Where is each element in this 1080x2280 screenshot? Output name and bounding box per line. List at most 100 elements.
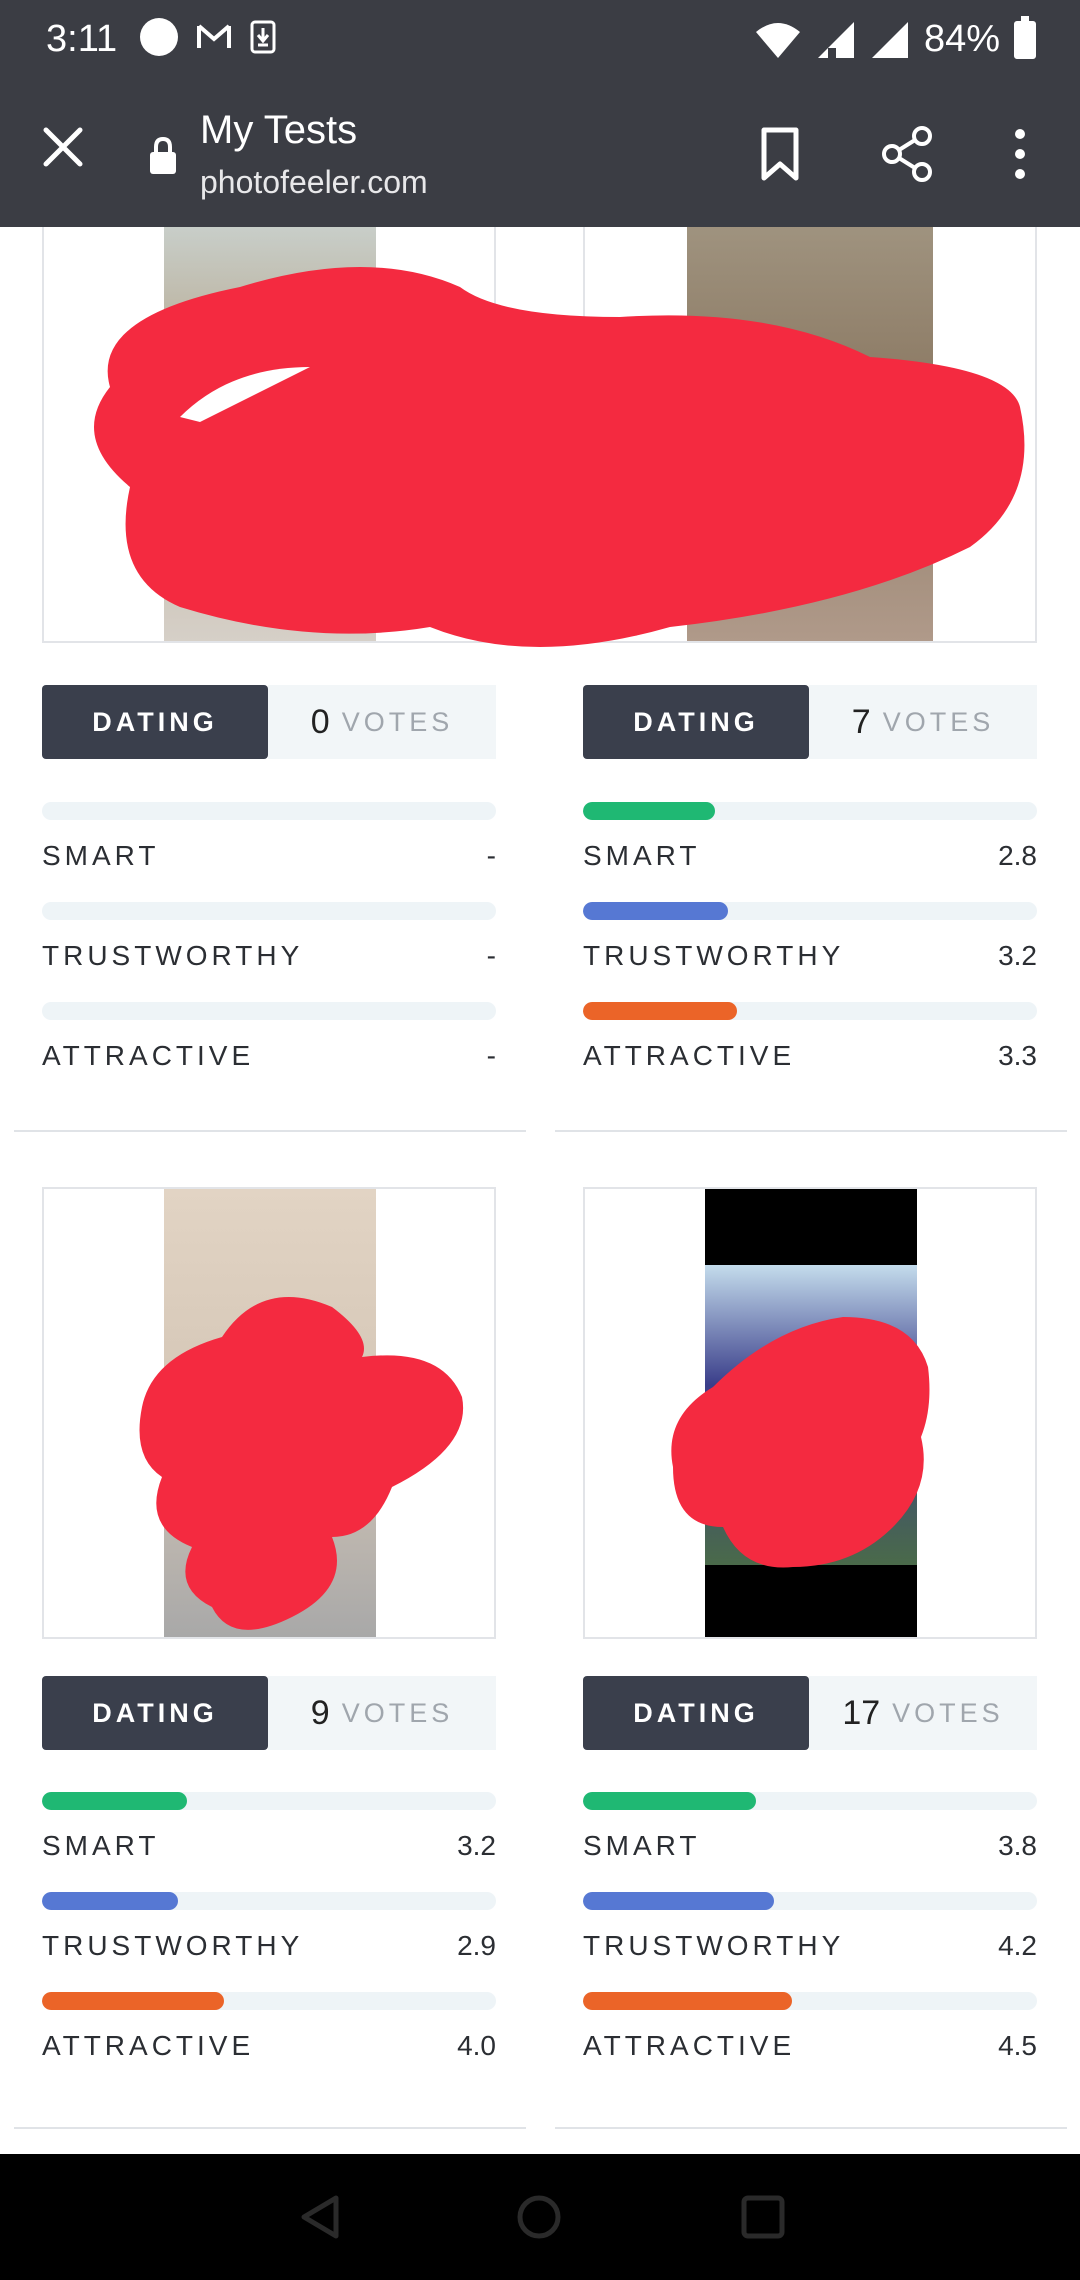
- votes-label: VOTES: [892, 1697, 1004, 1728]
- metric-fill: [42, 1992, 224, 2010]
- metric-label: SMART: [42, 840, 160, 871]
- metric-fill: [42, 1892, 179, 1910]
- metric-fill: [583, 902, 729, 920]
- divider: [555, 1130, 1067, 1132]
- metric-track: [42, 1892, 496, 1910]
- votes-count: 9 VOTES: [268, 1676, 496, 1750]
- metric-smart: SMART 3.2: [42, 1792, 496, 1872]
- metric-track: [583, 902, 1037, 920]
- metric-trustworthy: TRUSTWORTHY 3.2: [583, 902, 1037, 982]
- votes-label: VOTES: [341, 1697, 454, 1728]
- metric-attractive: ATTRACTIVE 4.5: [583, 1992, 1037, 2072]
- status-time: 3:11: [46, 18, 118, 60]
- metric-track: [583, 1002, 1037, 1020]
- metric-attractive: ATTRACTIVE 4.0: [42, 1992, 496, 2072]
- metric-label: SMART: [42, 1830, 160, 1861]
- metric-fill: [583, 802, 715, 820]
- gmail-icon: [197, 24, 231, 48]
- metric-fill: [42, 1792, 188, 1810]
- votes-label: VOTES: [882, 706, 995, 737]
- badge-row: DATING 7 VOTES: [583, 685, 1037, 759]
- votes-number: 17: [842, 1693, 881, 1732]
- metric-value: 4.0: [457, 2030, 496, 2061]
- category-badge: DATING: [583, 1676, 809, 1750]
- metric-value: 3.2: [457, 1830, 496, 1861]
- divider: [555, 2127, 1067, 2129]
- page-title: My Tests: [200, 108, 358, 152]
- more-vert-icon[interactable]: [992, 124, 1048, 184]
- tests-grid: DATING 0 VOTES SMART - TRUSTWORTHY - ATT…: [0, 227, 1080, 2154]
- metric-smart: SMART 2.8: [583, 802, 1037, 882]
- metric-value: -: [486, 840, 496, 871]
- battery-icon: [1014, 15, 1036, 59]
- metric-value: 2.9: [457, 1930, 496, 1961]
- metric-label: SMART: [583, 1830, 701, 1861]
- category-badge: DATING: [42, 685, 268, 759]
- metric-track: [583, 1992, 1037, 2010]
- redaction-overlay: [671, 1317, 930, 1568]
- circle-icon: [140, 18, 178, 56]
- badge-row: DATING 9 VOTES: [42, 1676, 496, 1750]
- metric-value: 4.2: [998, 1930, 1037, 1961]
- metric-label: TRUSTWORTHY: [583, 940, 845, 971]
- metric-smart: SMART -: [42, 802, 496, 882]
- metric-label: TRUSTWORTHY: [42, 940, 304, 971]
- bookmark-icon[interactable]: [752, 124, 808, 184]
- badge-row: DATING 17 VOTES: [583, 1676, 1037, 1750]
- metric-trustworthy: TRUSTWORTHY 2.9: [42, 1892, 496, 1972]
- share-icon[interactable]: [880, 124, 936, 184]
- metric-label: ATTRACTIVE: [42, 1040, 255, 1071]
- close-icon[interactable]: [38, 122, 88, 172]
- divider: [14, 1130, 526, 1132]
- redaction-overlay: [139, 1297, 464, 1630]
- metric-label: TRUSTWORTHY: [42, 1930, 304, 1961]
- metric-value: 3.8: [998, 1830, 1037, 1861]
- metric-label: ATTRACTIVE: [583, 1040, 796, 1071]
- metric-label: ATTRACTIVE: [42, 2030, 255, 2061]
- metric-trustworthy: TRUSTWORTHY 4.2: [583, 1892, 1037, 1972]
- metric-track: [583, 1892, 1037, 1910]
- metric-smart: SMART 3.8: [583, 1792, 1037, 1872]
- metric-track: [583, 802, 1037, 820]
- metric-label: SMART: [583, 840, 701, 871]
- recents-icon[interactable]: [738, 2192, 788, 2242]
- metric-track: [42, 1792, 496, 1810]
- metric-value: 3.2: [998, 940, 1037, 971]
- metric-track: [42, 1002, 496, 1020]
- metric-track: [42, 1992, 496, 2010]
- signal-icon-2: [871, 21, 908, 58]
- system-nav-bar: [0, 2154, 1080, 2280]
- metric-attractive: ATTRACTIVE -: [42, 1002, 496, 1082]
- metric-value: 4.5: [998, 2030, 1037, 2061]
- metric-attractive: ATTRACTIVE 3.3: [583, 1002, 1037, 1082]
- category-badge: DATING: [583, 685, 809, 759]
- browser-toolbar: My Tests photofeeler.com: [0, 80, 1080, 227]
- home-icon[interactable]: [514, 2192, 564, 2242]
- votes-number: 7: [851, 702, 871, 741]
- page-url: photofeeler.com: [200, 164, 428, 200]
- metric-value: -: [486, 940, 496, 971]
- metric-label: TRUSTWORTHY: [583, 1930, 845, 1961]
- metric-trustworthy: TRUSTWORTHY -: [42, 902, 496, 982]
- badge-row: DATING 0 VOTES: [42, 685, 496, 759]
- lock-icon: [150, 136, 176, 174]
- metric-track: [42, 802, 496, 820]
- metric-label: ATTRACTIVE: [583, 2030, 796, 2061]
- metric-value: 3.3: [998, 1040, 1037, 1071]
- votes-number: 0: [310, 702, 330, 741]
- metric-value: 2.8: [998, 840, 1037, 871]
- votes-count: 0 VOTES: [268, 685, 496, 759]
- metric-fill: [583, 1002, 738, 1020]
- metric-value: -: [486, 1040, 496, 1071]
- votes-count: 7 VOTES: [809, 685, 1037, 759]
- battery-percent: 84%: [923, 18, 1000, 60]
- divider: [14, 2127, 526, 2129]
- status-bar: 3:11 84%: [0, 0, 1080, 80]
- notification-icons: [140, 18, 276, 56]
- votes-count: 17 VOTES: [809, 1676, 1037, 1750]
- metric-track: [42, 902, 496, 920]
- back-icon[interactable]: [296, 2192, 346, 2242]
- votes-number: 9: [310, 1693, 330, 1732]
- metric-track: [583, 1792, 1037, 1810]
- metric-fill: [583, 1792, 756, 1810]
